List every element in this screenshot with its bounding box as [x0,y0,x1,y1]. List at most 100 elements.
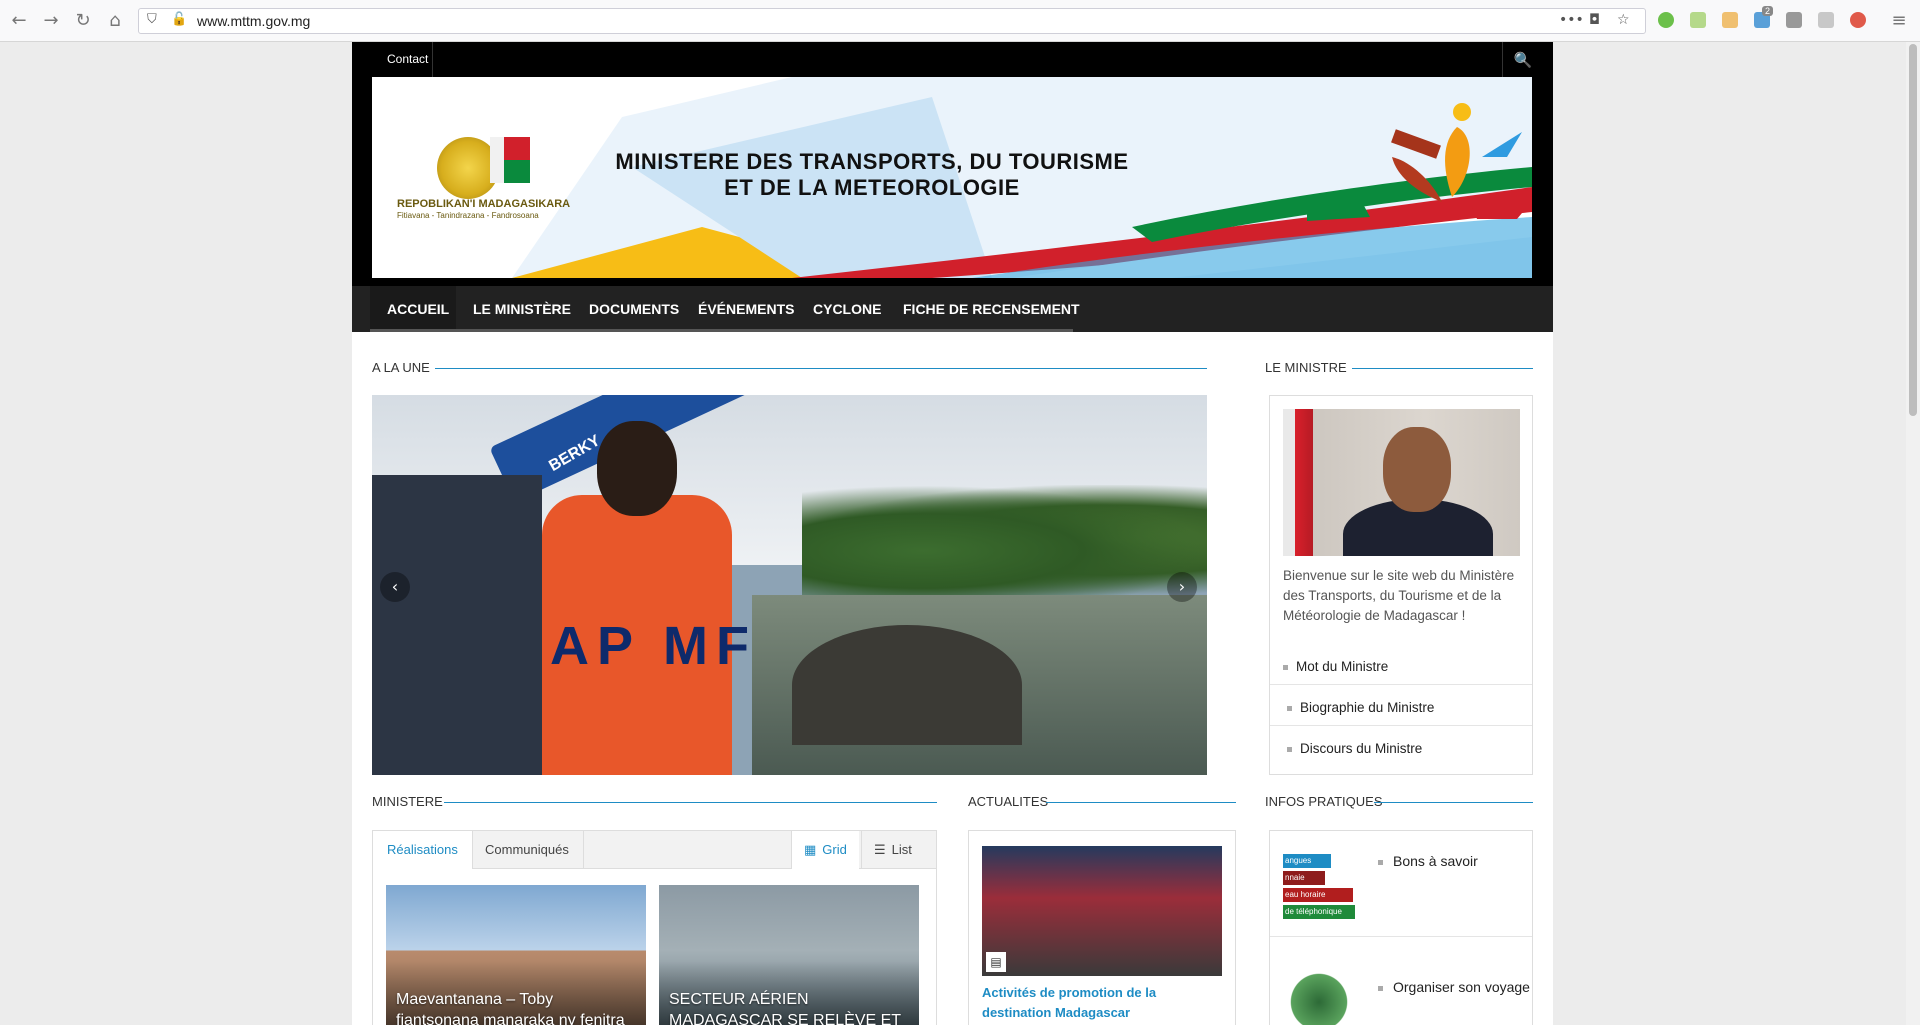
insecure-lock-icon[interactable]: 🔓 [171,12,187,27]
nav-item-cyclone[interactable]: CYCLONE [813,301,881,317]
section-divider [1374,802,1533,803]
nav-item-accueil[interactable]: ACCUEIL [387,301,449,317]
section-divider [1352,368,1533,369]
republic-motto: Fitiavana - Tanindrazana - Fandrosoana [397,211,539,220]
republic-name: REPOBLIKAN'I MADAGASIKARA [397,198,571,210]
list-icon: ☰ [874,843,886,858]
transport-logo-icon [1307,103,1522,221]
link-biographie-du-ministre[interactable]: Biographie du Ministre [1287,700,1525,715]
ribbon-label: eau horaire [1283,888,1353,902]
divider [1270,725,1532,726]
list-view-button[interactable]: ☰ List [861,831,924,869]
minister-photo[interactable] [1283,409,1520,556]
page-actions-icon[interactable]: ••• [1559,12,1584,28]
nav-underline [370,329,1073,332]
infos-pratiques-widget: angues nnaie eau horaire de téléphonique… [1269,830,1533,1025]
bookmark-star-icon[interactable]: ☆ [1617,12,1630,28]
list-view-label: List [891,842,912,857]
section-divider [435,368,1207,369]
ministry-title: MINISTERE DES TRANSPORTS, DU TOURISME ET… [612,149,1132,201]
madagascar-flag-icon [490,137,530,183]
ribbon-label: angues [1283,854,1331,868]
nav-item-evenements[interactable]: ÉVÉNEMENTS [698,301,794,317]
document-icon: ▤ [986,952,1006,972]
card-caption: SECTEUR AÉRIEN MADAGASCAR SE RELÈVE ET [669,991,902,1025]
info-bons-a-savoir[interactable]: Bons à savoir [1378,853,1478,869]
extension-badge-count: 2 [1762,6,1774,16]
tab-communiques[interactable]: Communiqués [471,831,584,869]
extension-screen-icon[interactable] [1786,12,1802,28]
section-divider [444,802,937,803]
bullet-icon [1283,664,1288,670]
link-label: Biographie du Ministre [1300,700,1435,715]
extension-green-icon[interactable] [1658,12,1674,28]
url-text[interactable]: www.mttm.gov.mg [197,13,310,29]
news-image[interactable]: ▤ [982,846,1222,976]
tab-realisations[interactable]: Réalisations [373,831,473,869]
top-bar: Contact 🔍 [352,42,1553,77]
minister-widget: Bienvenue sur le site web du Ministère d… [1269,395,1533,775]
section-title-infos-pratiques: INFOS PRATIQUES [1265,794,1383,809]
extension-badge-icon[interactable]: 2 [1754,6,1774,28]
back-icon[interactable]: ← [8,10,30,32]
divider [1270,684,1532,685]
nav-item-le-ministere[interactable]: LE MINISTÈRE [473,301,571,317]
scrollbar-thumb[interactable] [1909,44,1917,416]
news-title-link[interactable]: Activités de promotion de la destination… [982,983,1222,1023]
bullet-icon [1287,705,1292,711]
slider-prev-icon[interactable]: ‹ [380,572,410,602]
extension-pencil-icon[interactable] [1722,12,1738,28]
section-title-a-la-une: A LA UNE [372,360,430,375]
divider [1270,936,1532,937]
card-caption: Maevantanana – Toby fiantsonana manaraka… [396,991,625,1025]
ministry-banner[interactable]: REPOBLIKAN'I MADAGASIKARA Fitiavana - Ta… [372,77,1532,278]
tabs-header: Réalisations Communiqués ▦ Grid ☰ List [373,831,936,869]
extension-box-icon[interactable] [1818,12,1834,28]
extension-red-icon[interactable] [1850,12,1866,28]
website: Contact 🔍 REPOBLIKAN'I MADAGASIKARA Fiti… [352,42,1553,1025]
contact-link[interactable]: Contact [387,52,428,66]
info-organiser-son-voyage[interactable]: Organiser son voyage [1378,979,1530,995]
section-title-le-ministre: LE MINISTRE [1265,360,1347,375]
featured-slider[interactable]: BERKY AP MF ‹ › [372,395,1207,775]
link-label: Discours du Ministre [1300,741,1423,756]
browser-toolbar: ← → ↻ ⌂ ⛉ 🔓 www.mttm.gov.mg ••• ◘ ☆ 2 ≡ [0,0,1920,42]
home-icon[interactable]: ⌂ [104,10,126,32]
link-discours-du-ministre[interactable]: Discours du Ministre [1287,741,1525,756]
link-label: Mot du Ministre [1296,659,1389,674]
bullet-icon [1378,985,1383,991]
ministere-tabs-widget: Réalisations Communiqués ▦ Grid ☰ List Mae… [372,830,937,1025]
hamburger-menu-icon[interactable]: ≡ [1888,10,1910,32]
actualites-widget: ▤ Activités de promotion de la destinati… [968,830,1236,1025]
ribbon-label: de téléphonique [1283,905,1355,919]
minister-welcome-text: Bienvenue sur le site web du Ministère d… [1283,568,1515,623]
nav-item-fiche-de-recensement[interactable]: FICHE DE RECENSEMENT [903,301,1080,317]
section-divider [1046,802,1236,803]
pocket-icon[interactable]: ◘ [1589,12,1600,28]
extension-brush-icon[interactable] [1690,12,1706,28]
info-label: Bons à savoir [1393,853,1478,869]
realisation-card[interactable]: SECTEUR AÉRIEN MADAGASCAR SE RELÈVE ET [659,885,919,1025]
ministry-title-line1: MINISTERE DES TRANSPORTS, DU TOURISME [615,149,1129,174]
organiser-voyage-thumbnail[interactable] [1283,973,1355,1025]
bons-a-savoir-thumbnail[interactable]: angues nnaie eau horaire de téléphonique [1283,846,1355,919]
page-scrollbar[interactable] [1906,42,1920,1025]
bullet-icon [1287,746,1292,752]
info-label: Organiser son voyage [1393,979,1530,995]
grid-view-button[interactable]: ▦ Grid [791,831,859,869]
search-icon[interactable]: 🔍 [1512,49,1534,71]
topbar-divider [432,42,433,77]
link-mot-du-ministre[interactable]: Mot du Ministre [1283,659,1521,674]
grid-icon: ▦ [804,843,817,858]
main-nav: ACCUEIL LE MINISTÈRE DOCUMENTS ÉVÉNEMENT… [352,286,1553,332]
forward-icon[interactable]: → [40,10,62,32]
section-title-ministere: MINISTERE [372,794,443,809]
nav-item-documents[interactable]: DOCUMENTS [589,301,679,317]
bullet-icon [1378,859,1383,865]
address-bar[interactable]: ⛉ 🔓 www.mttm.gov.mg ••• ◘ ☆ [138,8,1646,34]
slider-next-icon[interactable]: › [1167,572,1197,602]
shield-icon[interactable]: ⛉ [147,12,157,27]
realisation-card[interactable]: Maevantanana – Toby fiantsonana manaraka… [386,885,646,1025]
reload-icon[interactable]: ↻ [72,10,94,32]
section-title-actualites: ACTUALITES [968,794,1049,809]
